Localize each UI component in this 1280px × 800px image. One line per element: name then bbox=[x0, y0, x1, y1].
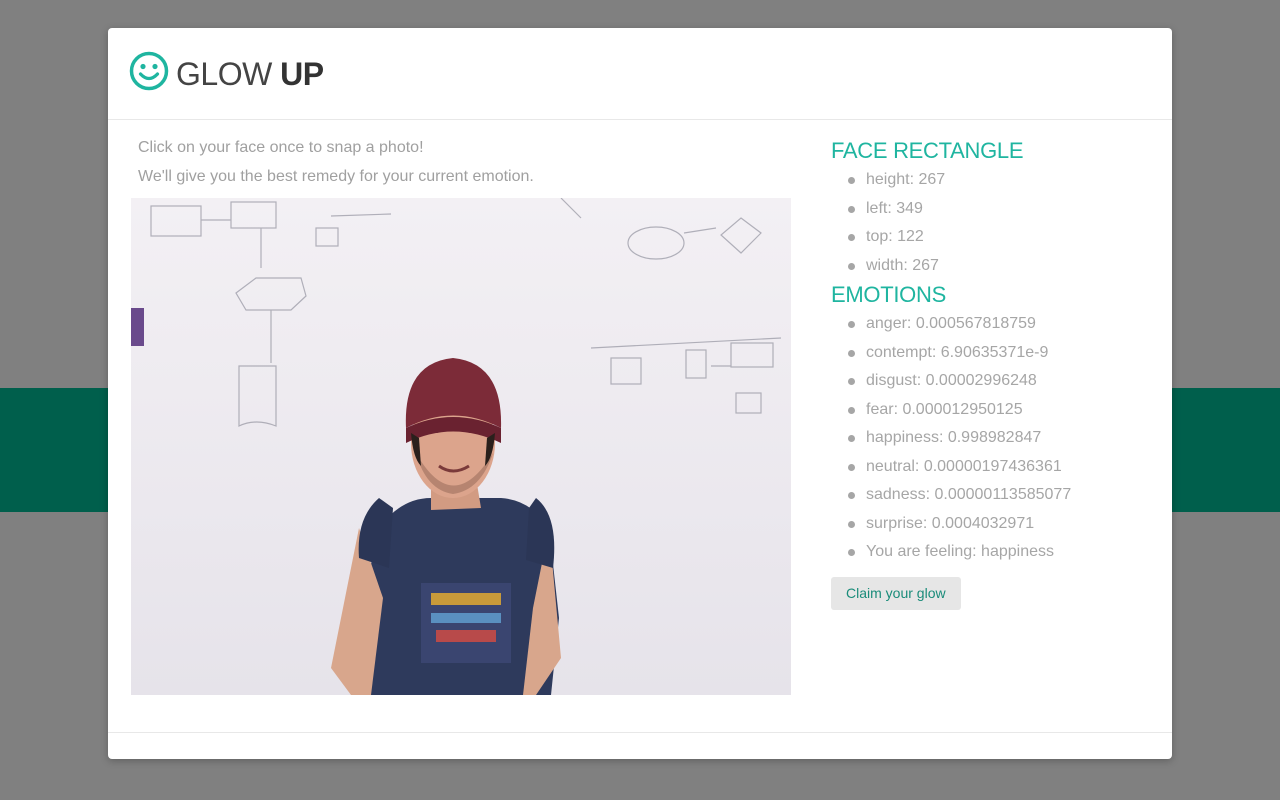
footer-divider bbox=[108, 732, 1172, 733]
brand-light: GLOW bbox=[176, 56, 272, 92]
photo-illustration bbox=[131, 198, 791, 695]
emotions-list: anger: 0.000567818759 contempt: 6.906353… bbox=[831, 310, 1151, 567]
smiley-face-icon bbox=[129, 51, 169, 91]
brand-bold: UP bbox=[280, 56, 324, 92]
face-rectangle-top: top: 122 bbox=[831, 223, 1151, 252]
face-rectangle-left: left: 349 bbox=[831, 195, 1151, 224]
emotion-contempt: contempt: 6.90635371e-9 bbox=[831, 339, 1151, 368]
emotion-sadness: sadness: 0.00000113585077 bbox=[831, 481, 1151, 510]
emotion-result: You are feeling: happiness bbox=[831, 538, 1151, 567]
emotion-fear: fear: 0.000012950125 bbox=[831, 396, 1151, 425]
emotion-neutral: neutral: 0.00000197436361 bbox=[831, 453, 1151, 482]
emotion-surprise: surprise: 0.0004032971 bbox=[831, 510, 1151, 539]
camera-photo[interactable] bbox=[131, 198, 791, 695]
emotion-disgust: disgust: 0.00002996248 bbox=[831, 367, 1151, 396]
main-modal: GLOW UP Click on your face once to snap … bbox=[108, 28, 1172, 759]
instruction-line-2: We'll give you the best remedy for your … bbox=[138, 168, 534, 185]
instruction-line-1: Click on your face once to snap a photo! bbox=[138, 139, 424, 156]
modal-header: GLOW UP bbox=[108, 28, 1172, 120]
face-rectangle-title: FACE RECTANGLE bbox=[831, 138, 1024, 163]
brand-logo: GLOW UP bbox=[176, 54, 324, 94]
face-rectangle-height: height: 267 bbox=[831, 166, 1151, 195]
claim-glow-button[interactable]: Claim your glow bbox=[831, 576, 961, 610]
emotion-happiness: happiness: 0.998982847 bbox=[831, 424, 1151, 453]
face-rectangle-width: width: 267 bbox=[831, 252, 1151, 281]
face-rectangle-list: height: 267 left: 349 top: 122 width: 26… bbox=[831, 166, 1151, 280]
instructions: Click on your face once to snap a photo!… bbox=[138, 133, 534, 191]
emotion-anger: anger: 0.000567818759 bbox=[831, 310, 1151, 339]
results-panel: FACE RECTANGLE height: 267 left: 349 top… bbox=[831, 136, 1151, 610]
emotions-title: EMOTIONS bbox=[831, 282, 946, 307]
